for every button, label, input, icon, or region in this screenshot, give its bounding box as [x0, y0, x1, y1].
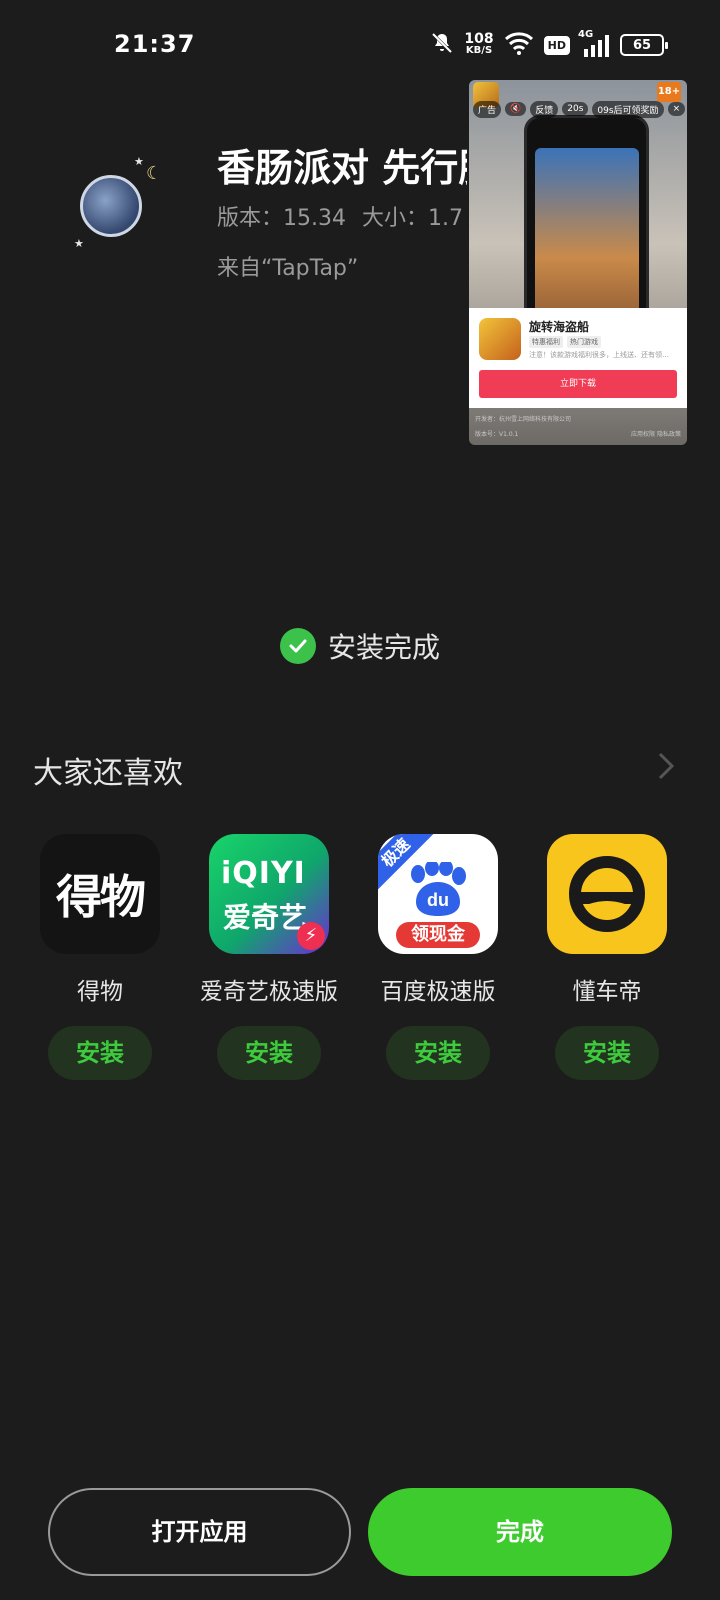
net-speed-value: 108 [464, 31, 494, 47]
ad-reward-text: 09s后可领奖励 [592, 100, 664, 118]
ad-card-tags: 特惠福利 热门游戏 [529, 336, 601, 348]
mute-bell-icon [430, 31, 454, 59]
wifi-icon [504, 31, 534, 59]
done-button[interactable]: 完成 [368, 1488, 672, 1576]
ad-version: 版本号：V1.0.1 [475, 431, 519, 438]
recommend-app-dongchedi[interactable]: 懂车帝 安装 [517, 834, 697, 1080]
ad-privacy-link[interactable]: 应用权限 [631, 431, 655, 438]
ad-topbar: 广告 🔇 反馈 20s 09s后可领奖励 × [469, 98, 687, 120]
dongchedi-app-icon[interactable] [547, 834, 667, 954]
app-title: 香肠派对 先行服 [217, 146, 467, 190]
ad-feedback-button[interactable]: 反馈 [530, 100, 559, 118]
app-version: 版本：15.34 [217, 206, 346, 231]
iqiyi-icon-text: iQIYI [221, 856, 306, 891]
dewu-app-icon[interactable]: 得物 [40, 834, 160, 954]
recommend-app-dewu[interactable]: 得物 得物 安装 [10, 834, 190, 1080]
ad-close-button[interactable]: × [667, 102, 686, 116]
ad-overlay[interactable]: 18+ 广告 🔇 反馈 20s 09s后可领奖励 × 旋转海盗船 特惠福利 热门… [469, 80, 687, 445]
ad-countdown: 20s [562, 102, 589, 116]
open-app-button[interactable]: 打开应用 [48, 1488, 351, 1576]
install-button[interactable]: 安装 [217, 1026, 321, 1080]
moon-icon: ☾ [146, 163, 163, 184]
install-status-text: 安装完成 [327, 631, 440, 664]
net-speed-unit: KB/S [465, 45, 493, 56]
recommend-app-baidu[interactable]: 极速 du 领现金 百度极速版 安装 [348, 834, 528, 1080]
install-status: 安装完成 [0, 626, 720, 666]
status-bar: 21:37 108 KB/S HD 4G 65 [0, 0, 720, 92]
hd-badge: HD [543, 35, 570, 55]
screen: 21:37 108 KB/S HD 4G 65 ★ ☾ ★ 香肠派对 先行服 [0, 0, 720, 1600]
ad-card[interactable]: 旋转海盗船 特惠福利 热门游戏 注意！该款游戏福利很多，上线送、还有领… 立即下… [469, 308, 687, 408]
lightning-icon: ⚡ [297, 922, 325, 950]
net-speed: 108 KB/S [464, 31, 494, 57]
status-time: 21:37 [114, 30, 196, 58]
recommend-app-name: 懂车帝 [572, 979, 642, 1005]
recommend-app-name: 得物 [77, 979, 123, 1005]
dewu-icon-text: 得物 [56, 870, 146, 924]
ad-footer: 开发者：杭州雪上网络科技有限公司 版本号：V1.0.1 应用权限 隐私政策 [469, 414, 687, 444]
recommend-app-name: 爱奇艺极速版 [200, 979, 338, 1005]
app-size: 大小：1.7 [361, 206, 463, 231]
iqiyi-app-icon[interactable]: iQIYI 爱奇艺 ⚡ [209, 834, 329, 954]
star-icon: ★ [74, 237, 84, 250]
app-icon [80, 175, 142, 237]
baidu-icon-text: du [427, 890, 449, 910]
install-button[interactable]: 安装 [555, 1026, 659, 1080]
app-icon-wrap: ★ ☾ ★ [66, 155, 176, 255]
ad-tag: 特惠福利 [529, 336, 563, 348]
recommend-app-name: 百度极速版 [380, 979, 496, 1005]
install-button[interactable]: 安装 [48, 1026, 152, 1080]
ad-card-title: 旋转海盗船 [529, 320, 590, 334]
recommend-app-iqiyi[interactable]: iQIYI 爱奇艺 ⚡ 爱奇艺极速版 安装 [179, 834, 359, 1080]
ad-download-button[interactable]: 立即下载 [479, 370, 677, 398]
battery-indicator: 65 [620, 34, 668, 56]
baidu-app-icon[interactable]: 极速 du 领现金 [378, 834, 498, 954]
ad-policy-link[interactable]: 隐私政策 [657, 431, 681, 438]
check-circle-icon [279, 628, 316, 664]
signal-icon: 4G [578, 29, 610, 57]
baidu-ribbon: 领现金 [396, 922, 480, 948]
install-button[interactable]: 安装 [386, 1026, 490, 1080]
ad-card-icon [479, 318, 521, 360]
star-icon: ★ [134, 155, 144, 168]
chevron-right-icon[interactable] [654, 752, 678, 780]
iqiyi-icon-subtext: 爱奇艺 [223, 901, 308, 934]
app-source: 来自“TapTap” [217, 256, 359, 281]
ad-card-description: 注意！该款游戏福利很多，上线送、还有领… [529, 351, 669, 359]
ad-label: 广告 [473, 100, 502, 118]
steering-wheel-icon [569, 856, 645, 932]
mute-icon[interactable]: 🔇 [505, 102, 527, 116]
status-icons: 108 KB/S HD 4G 65 [430, 29, 668, 60]
ad-developer: 开发者：杭州雪上网络科技有限公司 [475, 416, 572, 423]
network-type: 4G [578, 29, 594, 40]
app-meta: 版本：15.34 大小：1.7 [217, 200, 467, 232]
recommend-title: 大家还喜欢 [33, 756, 183, 791]
ad-tag: 热门游戏 [567, 336, 601, 348]
baidu-paw-icon: du [411, 862, 466, 916]
